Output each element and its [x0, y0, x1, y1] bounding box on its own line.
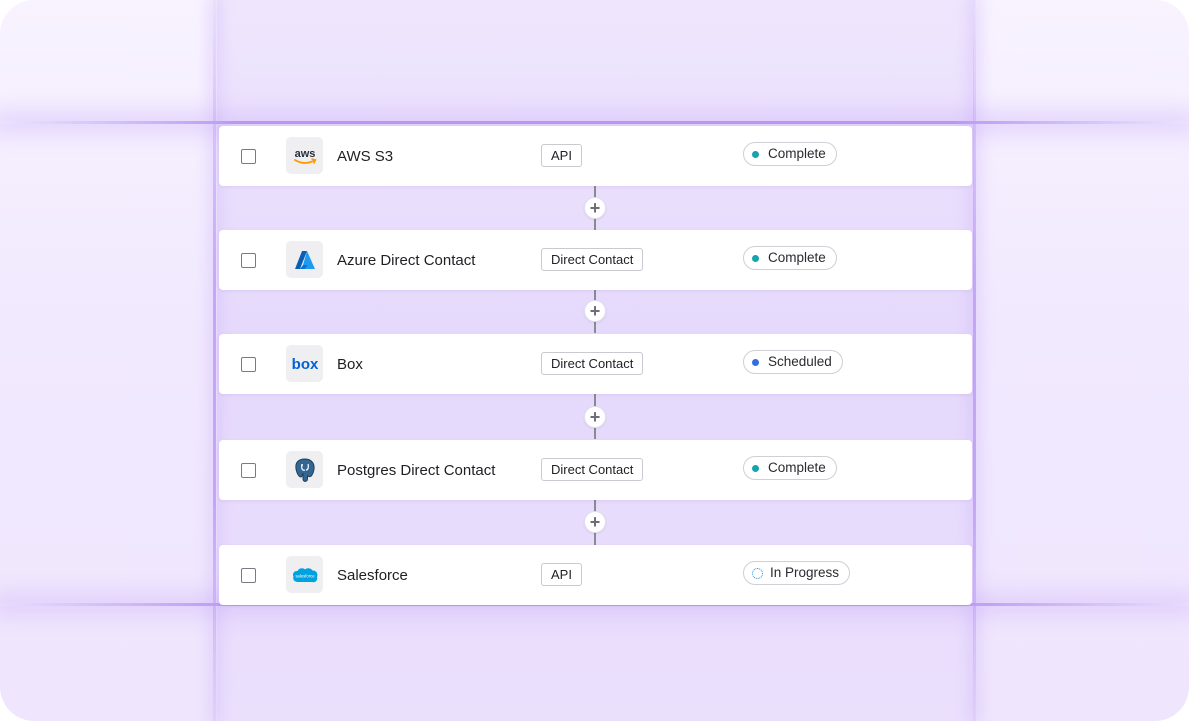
status-dot-icon	[752, 358, 759, 366]
status-badge: Complete	[743, 142, 837, 166]
table-row[interactable]: aws AWS S3 API Complete	[219, 126, 972, 186]
row-checkbox[interactable]	[241, 149, 256, 164]
status-label: Complete	[768, 146, 826, 161]
status-dot-icon	[752, 464, 759, 472]
aws-logo: aws	[286, 137, 323, 174]
table-row[interactable]: Postgres Direct Contact Direct Contact C…	[219, 440, 972, 500]
status-badge: Scheduled	[743, 350, 843, 374]
connection-type-tag: Direct Contact	[541, 352, 644, 375]
add-step-button[interactable]: +	[584, 511, 606, 533]
aws-logo-text: aws	[294, 148, 315, 160]
add-step-button[interactable]: +	[584, 406, 606, 428]
plus-icon: +	[589, 198, 601, 218]
add-step-button[interactable]: +	[584, 197, 606, 219]
in-progress-spinner-icon	[752, 567, 763, 579]
status-label: In Progress	[770, 565, 840, 580]
status-badge: In Progress	[743, 561, 851, 585]
table-row[interactable]: box Box Direct Contact Scheduled	[219, 334, 972, 394]
plus-icon: +	[589, 407, 601, 427]
status-label: Scheduled	[768, 354, 832, 369]
source-name: AWS S3	[337, 148, 394, 165]
plus-icon: +	[589, 301, 601, 321]
left-glow-line	[213, 0, 216, 721]
frame: + + + + aws AWS S3 API Complete Azure Di…	[0, 0, 1189, 721]
top-glow-line	[0, 121, 1189, 124]
status-dot-icon	[752, 150, 759, 158]
box-logo-text: box	[291, 356, 318, 373]
connection-type-tag: Direct Contact	[541, 248, 644, 271]
source-name: Postgres Direct Contact	[337, 462, 496, 479]
box-logo: box	[286, 345, 323, 382]
row-checkbox[interactable]	[241, 568, 256, 583]
salesforce-logo-text: salesforce	[295, 573, 315, 578]
status-label: Complete	[768, 460, 826, 475]
azure-logo	[286, 241, 323, 278]
right-glow-line	[973, 0, 976, 721]
row-checkbox[interactable]	[241, 253, 256, 268]
connection-type-tag: API	[541, 144, 582, 167]
plus-icon: +	[589, 512, 601, 532]
table-row[interactable]: Azure Direct Contact Direct Contact Comp…	[219, 230, 972, 290]
row-checkbox[interactable]	[241, 357, 256, 372]
salesforce-logo: salesforce	[286, 556, 323, 593]
source-name: Box	[337, 356, 363, 373]
connection-type-tag: Direct Contact	[541, 458, 644, 481]
status-badge: Complete	[743, 456, 837, 480]
source-name: Azure Direct Contact	[337, 252, 476, 269]
status-label: Complete	[768, 250, 826, 265]
status-dot-icon	[752, 254, 759, 262]
status-badge: Complete	[743, 246, 837, 270]
postgres-logo	[286, 451, 323, 488]
add-step-button[interactable]: +	[584, 300, 606, 322]
table-row[interactable]: salesforce Salesforce API In Progress	[219, 545, 972, 605]
connection-type-tag: API	[541, 563, 582, 586]
source-name: Salesforce	[337, 567, 408, 584]
row-checkbox[interactable]	[241, 463, 256, 478]
